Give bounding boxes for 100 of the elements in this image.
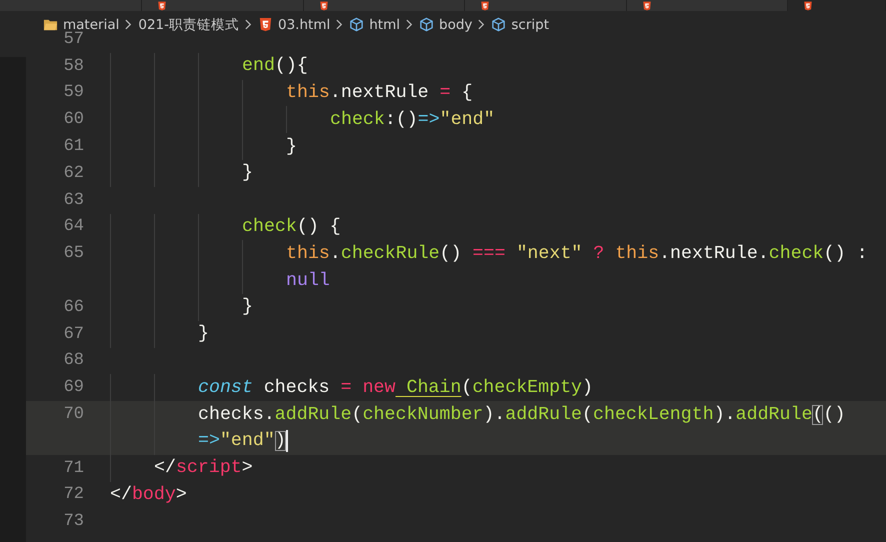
chevron-icon [406, 19, 413, 30]
line-number: 62 [62, 164, 85, 183]
code-token: () [440, 244, 462, 264]
line-number: 73 [62, 512, 85, 532]
line-number: 59 [62, 83, 85, 102]
cube-icon [419, 17, 434, 32]
breadcrumb-item[interactable]: script [511, 16, 550, 32]
code-token: === [472, 244, 506, 264]
html5-icon [258, 17, 273, 32]
code-token: checkLength [593, 404, 714, 425]
line-number: 61 [62, 137, 85, 156]
code-token: end [242, 56, 275, 76]
breadcrumb-item[interactable]: 03.html [278, 16, 330, 32]
text-cursor [286, 430, 288, 452]
code-token: this [286, 244, 330, 264]
html5-icon [318, 1, 330, 11]
chevron-icon [336, 19, 344, 30]
code-token: "end" [440, 110, 495, 130]
code-token: script [176, 458, 242, 478]
code-token: => [198, 431, 220, 452]
code-token: checkNumber [362, 404, 484, 425]
line-number: 66 [62, 298, 85, 317]
code-token: ). [483, 404, 506, 425]
line-number: 57 [62, 30, 85, 49]
code-token: this [614, 244, 660, 264]
editor-tab[interactable] [626, 0, 788, 11]
code-token: </ [154, 458, 176, 478]
code-token: new [362, 378, 396, 398]
html5-icon [802, 1, 814, 11]
code-token: "end" [220, 431, 275, 452]
code-token: "next" [515, 244, 582, 264]
code-token: this [286, 82, 330, 103]
editor-tab[interactable] [465, 0, 627, 11]
breadcrumb-item[interactable]: 021-职责链模式 [138, 16, 239, 34]
code-token: check [330, 110, 385, 130]
code-token: () { [296, 216, 341, 237]
line-number: 63 [62, 190, 85, 210]
code-token: checks. [198, 404, 275, 425]
line-number: 72 [62, 485, 85, 504]
code-token: checks [262, 378, 330, 398]
code-token: > [176, 484, 187, 505]
chevron-icon [245, 19, 252, 30]
code-token: ? [592, 244, 604, 264]
code-token: checkRule [340, 244, 440, 264]
code-token: ( [582, 404, 593, 425]
code-token: checkEmpty [472, 378, 582, 398]
html5-icon [640, 1, 653, 11]
line-number: 60 [62, 110, 85, 130]
breadcrumb-item[interactable]: body [439, 16, 472, 32]
code-token: => [418, 110, 440, 130]
code-token: } [242, 163, 253, 184]
code-token: } [198, 324, 209, 344]
code-token: const [198, 378, 253, 398]
code-token: addRule [736, 404, 812, 425]
editor-tab[interactable] [788, 0, 886, 11]
code-token: { [460, 82, 473, 103]
breadcrumb-item[interactable]: material [63, 16, 120, 32]
line-number: 64 [62, 217, 85, 236]
code-token: </ [110, 484, 132, 505]
line-number: 71 [62, 458, 85, 478]
code-token: .nextRule [330, 82, 429, 103]
line-number: 69 [62, 378, 85, 398]
code-token: :() [384, 110, 418, 130]
code-token: } [286, 136, 297, 157]
code-token: = [340, 378, 352, 398]
html5-icon [479, 1, 492, 11]
chevron-icon [125, 19, 132, 30]
html5-icon [156, 1, 168, 11]
code-token: check [768, 244, 824, 264]
cube-icon [349, 17, 364, 32]
code-token: (){ [274, 56, 308, 76]
code-token: ( [461, 378, 472, 398]
editor-tab[interactable] [142, 0, 304, 11]
code-token: = [438, 82, 451, 103]
code-token: ( [352, 404, 363, 425]
code-token: Chain [405, 378, 462, 398]
editor-tab[interactable] [304, 0, 466, 11]
code-token: .nextRule. [659, 244, 769, 264]
folder-icon [43, 17, 58, 32]
code-token: addRule [505, 404, 582, 425]
code-token: () : [824, 244, 868, 264]
cube-icon [491, 17, 506, 32]
code-token: null [286, 270, 330, 291]
line-number: 67 [62, 324, 85, 344]
line-number: 65 [62, 244, 85, 264]
code-token: ) [582, 378, 594, 398]
line-number: 58 [62, 56, 85, 76]
breadcrumb-item[interactable]: html [369, 16, 400, 32]
code-token: body [132, 484, 176, 505]
matched-bracket: ( [812, 404, 824, 425]
code-token: addRule [274, 404, 352, 425]
code-token: () [823, 404, 846, 425]
code-token: ). [714, 404, 736, 425]
matched-bracket: ) [274, 431, 286, 452]
chevron-icon [478, 19, 486, 30]
code-token: . [330, 244, 341, 264]
line-number: 70 [62, 405, 85, 424]
code-token: > [242, 458, 253, 478]
code-token: } [242, 297, 253, 318]
code-token: check [242, 216, 297, 237]
